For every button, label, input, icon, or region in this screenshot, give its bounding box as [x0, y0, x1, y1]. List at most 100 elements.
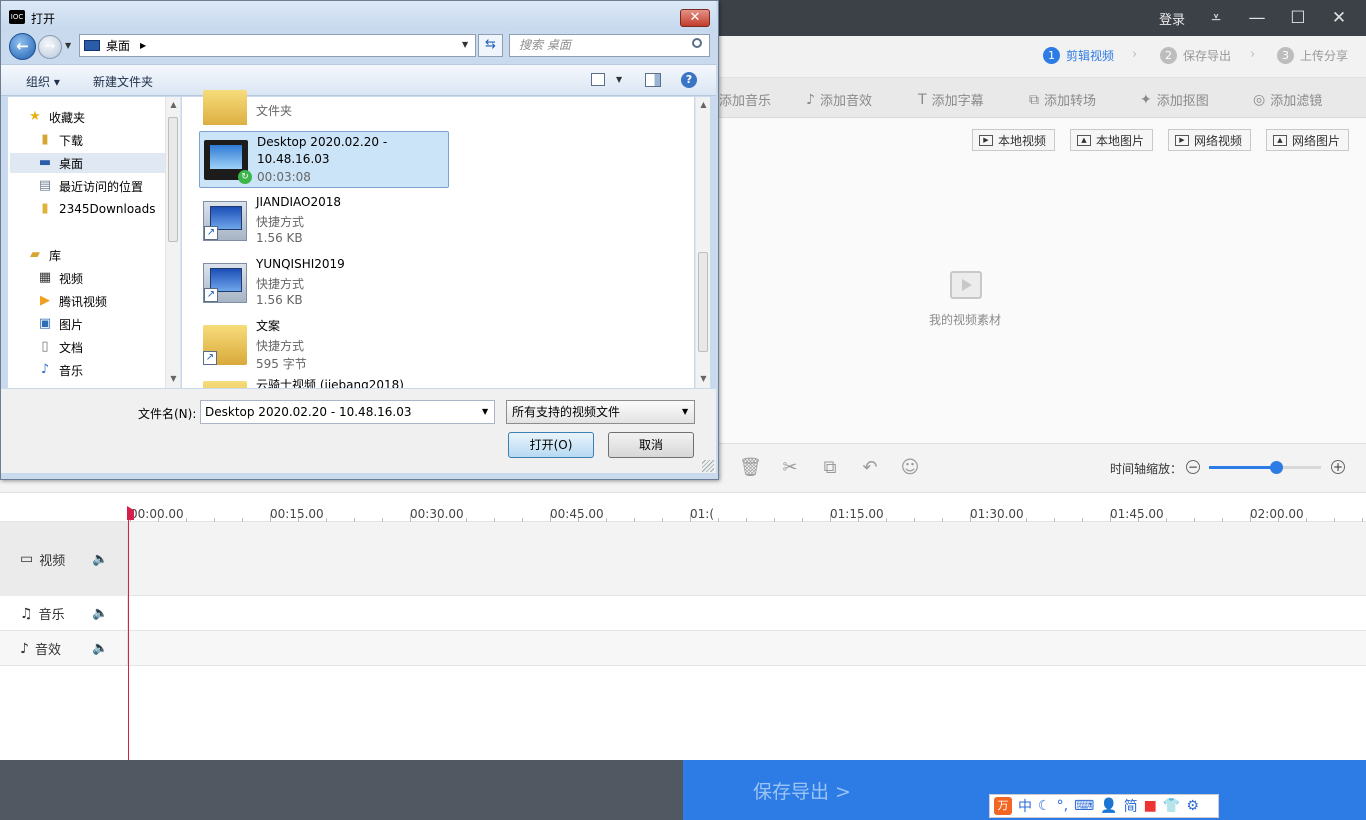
split-icon[interactable]: ✂	[779, 457, 801, 479]
zoom-label: 时间轴缩放：	[1110, 462, 1183, 476]
close-icon[interactable]: ✕	[1327, 6, 1351, 30]
online-image-button[interactable]: ▲ 网络图片	[1266, 129, 1350, 151]
nav-music[interactable]: ♪ 音乐	[37, 360, 83, 380]
view-options-icon[interactable]	[591, 73, 605, 86]
file-list-scrollbar[interactable]: ▲ ▼	[695, 97, 710, 388]
ime-toolbar[interactable]: 万 中 ☾ °, ⌨ 👤 简 ■ 👕 ⚙	[989, 794, 1219, 818]
list-item[interactable]: ↗ YUNQISHI2019 快捷方式 1.56 KB	[199, 255, 449, 312]
navigation-pane	[8, 97, 181, 388]
emoji-icon[interactable]: ☺	[899, 457, 921, 479]
note-icon: ♪	[806, 91, 815, 108]
minimize-icon[interactable]: —	[1245, 6, 1269, 30]
nav-2345downloads[interactable]: ▮ 2345Downloads	[37, 199, 155, 219]
scroll-down-icon[interactable]: ▼	[166, 374, 181, 383]
ime-chinese-mode[interactable]: 中	[1018, 796, 1032, 816]
organize-menu[interactable]: 组织 ▾	[26, 73, 60, 90]
nav-libraries[interactable]: ▰ 库	[27, 245, 61, 265]
step-edit-video[interactable]: 1 剪辑视频	[1043, 47, 1114, 64]
nav-favorites[interactable]: ★ 收藏夹	[27, 107, 85, 127]
volume-icon[interactable]: 🔈	[92, 641, 108, 656]
open-button[interactable]: 打开(O)	[508, 432, 594, 458]
local-video-button[interactable]: ▶ 本地视频	[972, 129, 1056, 151]
step-save-export[interactable]: 2 保存导出	[1160, 47, 1231, 64]
keyboard-icon[interactable]: ⌨	[1074, 798, 1094, 814]
search-input[interactable]: 搜索 桌面	[509, 34, 710, 57]
zoom-in-icon[interactable]: +	[1331, 460, 1345, 474]
moon-icon[interactable]: ☾	[1038, 798, 1051, 814]
forward-button[interactable]: →	[38, 35, 62, 59]
view-dropdown-icon[interactable]: ▼	[616, 75, 622, 84]
scroll-up-icon[interactable]: ▲	[166, 100, 181, 109]
video-track[interactable]	[0, 522, 1366, 596]
dialog-title-bar[interactable]	[1, 1, 716, 31]
skin-icon[interactable]: 👕	[1163, 798, 1180, 814]
step-upload-share[interactable]: 3 上传分享	[1277, 47, 1348, 64]
nav-desktop[interactable]: ▬ 桌面	[37, 153, 83, 173]
ruler-tick-label: 00:30.00	[410, 507, 464, 521]
history-dropdown-icon[interactable]: ▼	[65, 41, 71, 50]
help-icon[interactable]: ?	[681, 72, 697, 88]
filetype-dropdown-icon[interactable]: ▼	[682, 407, 688, 416]
list-item[interactable]: ↗ JIANDIAO2018 快捷方式 1.56 KB	[199, 193, 449, 250]
cancel-button[interactable]: 取消	[608, 432, 694, 458]
nav-scrollbar-thumb[interactable]	[168, 117, 178, 242]
user-icon[interactable]: 👤	[1100, 798, 1117, 814]
zoom-out-icon[interactable]: −	[1186, 460, 1200, 474]
refresh-button[interactable]: ⇆	[478, 34, 503, 57]
app-logo-icon: IOC	[9, 10, 25, 24]
address-dropdown-icon[interactable]: ▼	[462, 40, 468, 49]
add-music-button[interactable]: 添加音乐	[719, 90, 771, 109]
volume-icon[interactable]: 🔈	[92, 552, 108, 567]
settings-icon[interactable]: ⚙	[1186, 798, 1199, 814]
list-item[interactable]: ↻ Desktop 2020.02.20 - 10.48.16.03 00:03…	[199, 131, 449, 188]
nav-recent-places[interactable]: ▤ 最近访问的位置	[37, 176, 143, 196]
list-item[interactable]: 云骑士视频 (jiebang2018)	[199, 379, 449, 388]
menu-dropdown-icon[interactable]: ⩡	[1204, 6, 1228, 30]
filename-input[interactable]: Desktop 2020.02.20 - 10.48.16.03	[200, 400, 495, 424]
nav-tencent-video[interactable]: ▶ 腾讯视频	[37, 291, 107, 311]
login-link[interactable]: 登录	[1159, 9, 1185, 28]
music-track[interactable]	[0, 596, 1366, 631]
filetype-select[interactable]: 所有支持的视频文件	[506, 400, 695, 424]
list-item[interactable]: ↗ 文案 快捷方式 595 字节	[199, 317, 449, 374]
add-cutout-button[interactable]: ✦ 添加抠图	[1140, 90, 1209, 110]
add-transition-button[interactable]: ⧉ 添加转场	[1029, 90, 1096, 110]
nav-pictures[interactable]: ▣ 图片	[37, 314, 83, 334]
new-folder-button[interactable]: 新建文件夹	[93, 73, 153, 90]
breadcrumb-desktop[interactable]: 桌面	[106, 37, 130, 54]
zoom-slider-handle[interactable]	[1270, 461, 1283, 474]
scroll-up-icon[interactable]: ▲	[696, 100, 711, 109]
chevron-right-icon: ›	[1250, 47, 1256, 62]
filename-dropdown-icon[interactable]: ▼	[482, 407, 488, 416]
preview-pane-icon[interactable]	[645, 73, 661, 87]
video-record-icon[interactable]: ■	[1144, 798, 1157, 814]
scroll-down-icon[interactable]: ▼	[696, 374, 711, 383]
ime-simplified-mode[interactable]: 简	[1124, 796, 1138, 816]
address-bar[interactable]: 桌面 ▶	[79, 34, 476, 57]
nav-videos[interactable]: ▦ 视频	[37, 268, 83, 288]
add-filter-button[interactable]: ◎ 添加滤镜	[1253, 90, 1322, 110]
nav-downloads[interactable]: ▮ 下载	[37, 130, 83, 150]
undo-icon[interactable]: ↶	[859, 457, 881, 479]
breadcrumb-arrow-icon[interactable]: ▶	[140, 41, 146, 50]
local-image-button[interactable]: ▲ 本地图片	[1070, 129, 1154, 151]
nav-documents[interactable]: ▯ 文档	[37, 337, 83, 357]
sound-effect-track[interactable]	[0, 631, 1366, 666]
playhead[interactable]	[128, 508, 129, 760]
volume-icon[interactable]: 🔈	[92, 606, 108, 621]
add-sound-effect-button[interactable]: ♪ 添加音效	[806, 90, 872, 110]
delete-icon[interactable]: 🗑	[739, 457, 762, 479]
list-item[interactable]: 文件夹	[199, 80, 449, 125]
nav-scrollbar[interactable]: ▲ ▼	[165, 97, 180, 388]
online-video-button[interactable]: ▶ 网络视频	[1168, 129, 1252, 151]
dialog-close-button[interactable]: ✕	[680, 9, 710, 27]
add-subtitle-button[interactable]: T 添加字幕	[918, 90, 984, 110]
maximize-icon[interactable]: ☐	[1286, 6, 1310, 30]
resize-grip[interactable]	[702, 460, 714, 472]
back-button[interactable]: ←	[9, 33, 36, 60]
copy-icon[interactable]: ⧉	[819, 457, 841, 479]
ruler-tick-mark	[830, 514, 831, 522]
search-icon[interactable]	[692, 38, 702, 48]
file-scrollbar-thumb[interactable]	[698, 252, 708, 352]
punctuation-icon[interactable]: °,	[1057, 798, 1068, 814]
